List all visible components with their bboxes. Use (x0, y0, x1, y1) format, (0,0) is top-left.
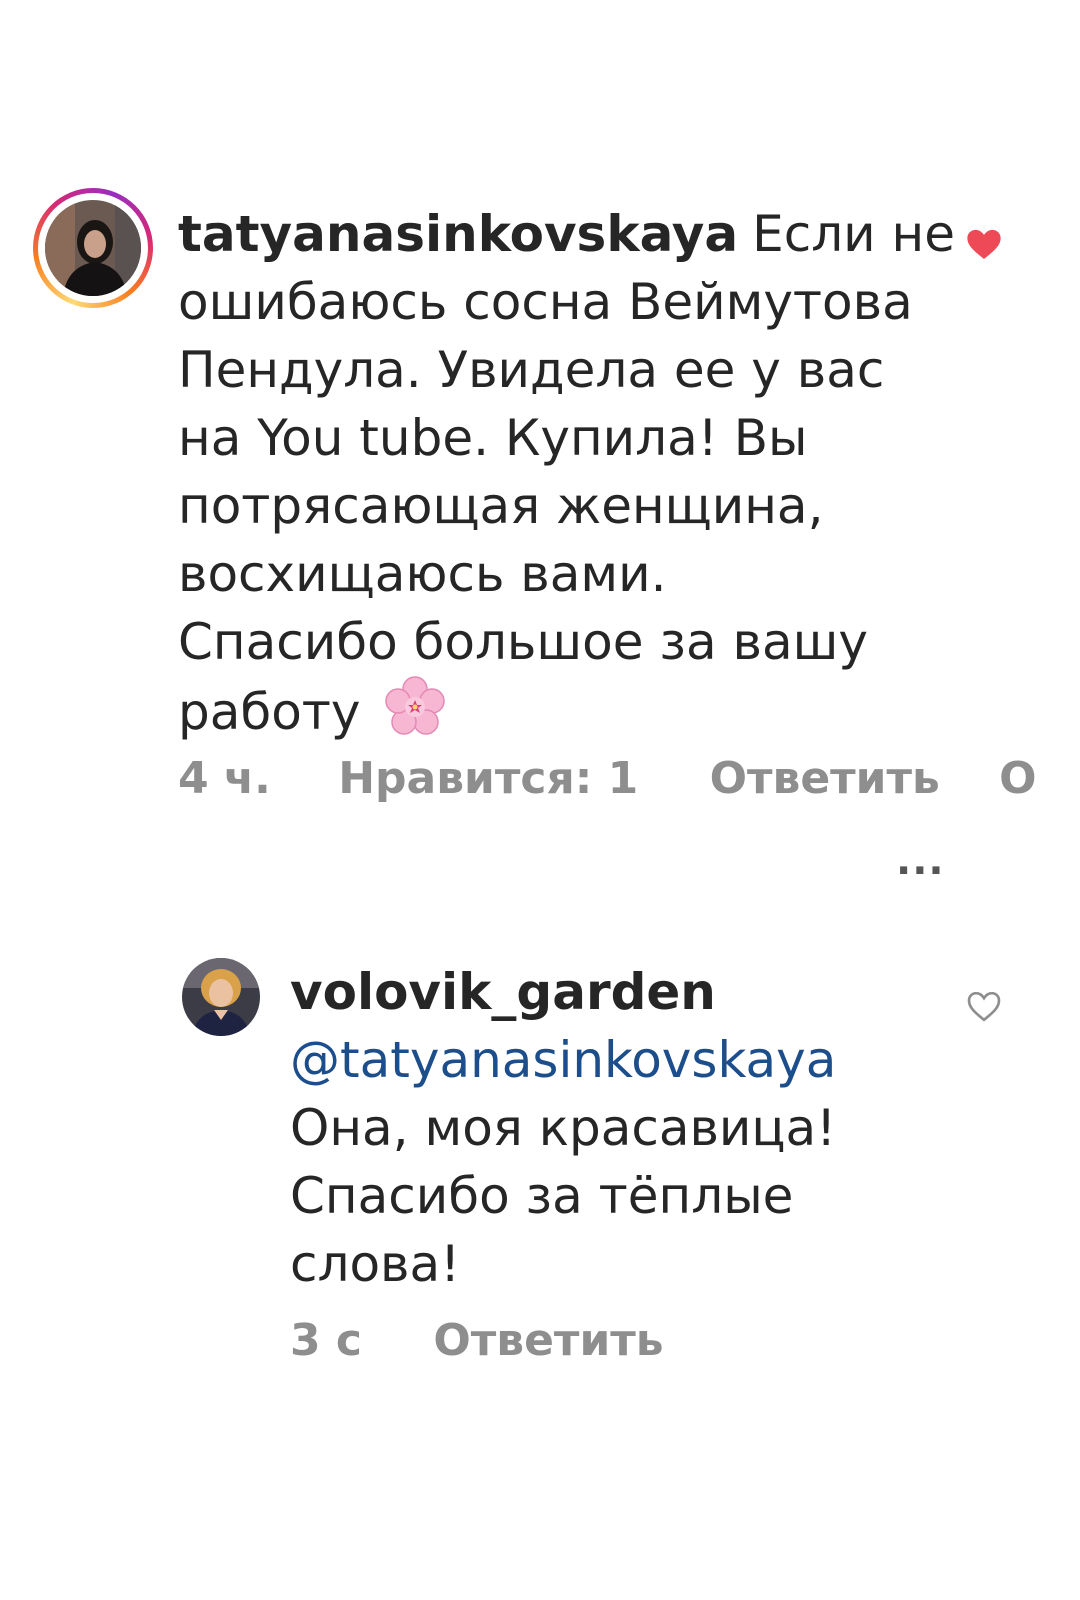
comment-text: tatyanasinkovskaya Если не ошибаюсь сосна… (178, 200, 958, 755)
comment-meta: 4 ч. Нравится: 1 Ответить О (178, 753, 1037, 804)
heart-filled-icon[interactable] (964, 224, 1004, 264)
story-ring[interactable] (33, 188, 153, 308)
comment-line: работу (178, 683, 361, 741)
likes-count[interactable]: Нравится: 1 (338, 753, 638, 804)
avatar-photo-icon (45, 200, 141, 296)
comment-line: Спасибо большое за вашу (178, 613, 868, 671)
reply-line: слова! (290, 1235, 461, 1293)
heart-outline-icon[interactable] (964, 986, 1004, 1026)
avatar[interactable] (45, 200, 141, 296)
comment-username[interactable]: tatyanasinkovskaya (178, 205, 738, 263)
comment-line: на You tube. Купила! Вы (178, 409, 808, 467)
comment-time: 4 ч. (178, 753, 271, 804)
cherry-blossom-emoji (384, 676, 446, 755)
reply-time: 3 с (290, 1315, 363, 1366)
reply-button[interactable]: Ответить (433, 1315, 663, 1366)
avatar-photo-icon (182, 958, 260, 1036)
mention-link[interactable]: @tatyanasinkovskaya (290, 1026, 930, 1094)
more-options-icon[interactable]: ... (896, 838, 945, 884)
comment-line: Если не (752, 205, 955, 263)
comment-line: восхищаюсь вами. (178, 545, 667, 603)
reply-meta: 3 с Ответить (290, 1315, 664, 1366)
comment-meta-extra[interactable]: О (999, 753, 1036, 804)
reply-line: Она, моя красавица! (290, 1099, 837, 1157)
reply-button[interactable]: Ответить (710, 753, 940, 804)
comment-line: ошибаюсь сосна Веймутова (178, 273, 913, 331)
reply-line: Спасибо за тёплые (290, 1167, 794, 1225)
comments-screen: tatyanasinkovskaya Если не ошибаюсь сосна… (0, 0, 1080, 1600)
avatar[interactable] (182, 958, 260, 1036)
comment-line: потрясающая женщина, (178, 477, 824, 535)
comment-line: Пендула. Увидела ее у вас (178, 341, 885, 399)
reply-text: volovik_garden @tatyanasinkovskaya Она, … (290, 958, 930, 1298)
reply-username[interactable]: volovik_garden (290, 958, 930, 1026)
